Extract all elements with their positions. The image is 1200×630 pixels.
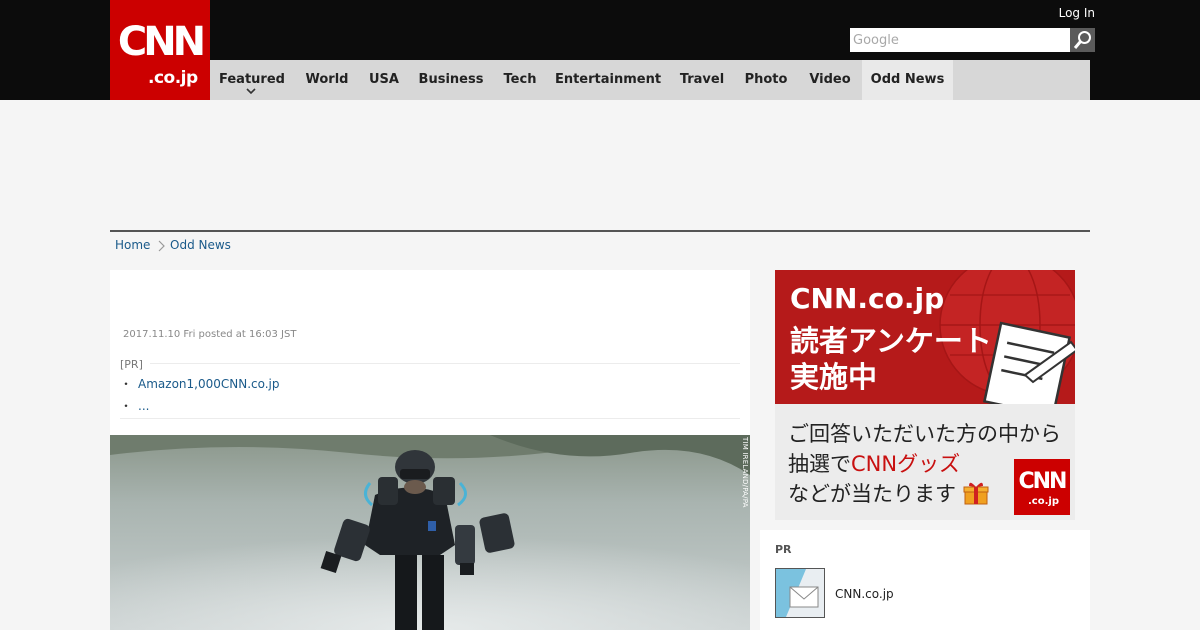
mini-logo-main: CNN — [1018, 469, 1068, 494]
photo-credit: TIM IRELAND/PA/PA — [741, 437, 749, 508]
breadcrumb-current[interactable]: Odd News — [170, 238, 231, 252]
pr-link[interactable]: ・ Amazon1,000CNN.co.jp — [120, 375, 280, 392]
pr-link[interactable]: ・... — [120, 397, 149, 414]
banner-text: などが当たります — [788, 482, 956, 506]
pr-tag: [PR] — [120, 358, 143, 371]
banner-line: ご回答いただいた方の中から — [788, 422, 1061, 446]
cnn-mini-logo: CNN .co.jp — [1014, 459, 1070, 515]
mini-logo-sub: .co.jp — [1028, 496, 1059, 507]
banner-text: 抽選で — [788, 452, 851, 476]
section-divider — [110, 230, 1090, 232]
nav-item-label: Featured — [219, 72, 285, 87]
post-date: 2017.11.10 Fri posted at 16:03 JST — [123, 329, 297, 340]
banner-bottom: ご回答いただいた方の中から 抽選でCNNグッズ などが当たります CNN .co… — [775, 404, 1075, 520]
bullet: ・ — [120, 377, 133, 391]
logo-main-text: CNN — [117, 19, 206, 65]
sidebar-pr-box: PR CNN.co.jp — [760, 530, 1090, 630]
search-input[interactable] — [850, 28, 1070, 52]
article-photo: TIM IRELAND/PA/PA — [110, 435, 750, 630]
gift-icon — [963, 482, 989, 505]
login-link[interactable]: Log In — [1040, 6, 1095, 20]
nav-item-world[interactable]: World — [294, 60, 360, 100]
logo-sub-text: .co.jp — [148, 68, 198, 88]
banner-line: 抽選でCNNグッズ — [788, 448, 960, 478]
chevron-down-icon — [246, 88, 256, 95]
pr-divider — [120, 418, 740, 419]
envelope-icon — [776, 569, 824, 617]
nav-item-odd-news[interactable]: Odd News — [862, 60, 953, 100]
chevron-right-icon — [158, 240, 165, 252]
pr-item-title[interactable]: CNN.co.jp — [835, 587, 894, 601]
pr-thumbnail[interactable] — [775, 568, 825, 618]
ad-slot — [110, 100, 1090, 230]
pr-link-text: ... — [138, 399, 150, 413]
survey-banner[interactable]: CNN.co.jp 読者アンケート 実施中 ご回答いただいた方の中から 抽選でC… — [775, 270, 1075, 520]
nav-item-business[interactable]: Business — [408, 60, 494, 100]
pr-link-text: Amazon1,000CNN.co.jp — [138, 377, 280, 391]
banner-line: などが当たります — [788, 478, 989, 508]
bullet: ・ — [120, 399, 133, 413]
banner-line: 実施中 — [790, 360, 878, 394]
pr-label: PR — [775, 543, 792, 556]
nav-item-featured[interactable]: Featured — [210, 60, 294, 100]
nav-item-photo[interactable]: Photo — [734, 60, 798, 100]
nav-item-video[interactable]: Video — [798, 60, 862, 100]
nav-item-tech[interactable]: Tech — [494, 60, 546, 100]
search-button[interactable] — [1070, 28, 1095, 52]
article-card: 2017.11.10 Fri posted at 16:03 JST [PR] … — [110, 270, 750, 630]
pr-divider — [150, 363, 740, 364]
cnn-logo[interactable]: CNN .co.jp — [110, 0, 210, 100]
banner-highlight: CNNグッズ — [851, 452, 961, 476]
nav-item-travel[interactable]: Travel — [670, 60, 734, 100]
banner-top: CNN.co.jp 読者アンケート 実施中 — [775, 270, 1075, 404]
magnifier-icon — [1073, 31, 1091, 49]
banner-line: CNN.co.jp — [790, 282, 945, 315]
breadcrumb-home[interactable]: Home — [115, 238, 150, 252]
nav-item-entertainment[interactable]: Entertainment — [546, 60, 670, 100]
nav-item-usa[interactable]: USA — [360, 60, 408, 100]
main-nav: Featured World USA Business Tech Enterta… — [210, 60, 1090, 100]
jetpack-pilot-photo — [110, 435, 750, 630]
